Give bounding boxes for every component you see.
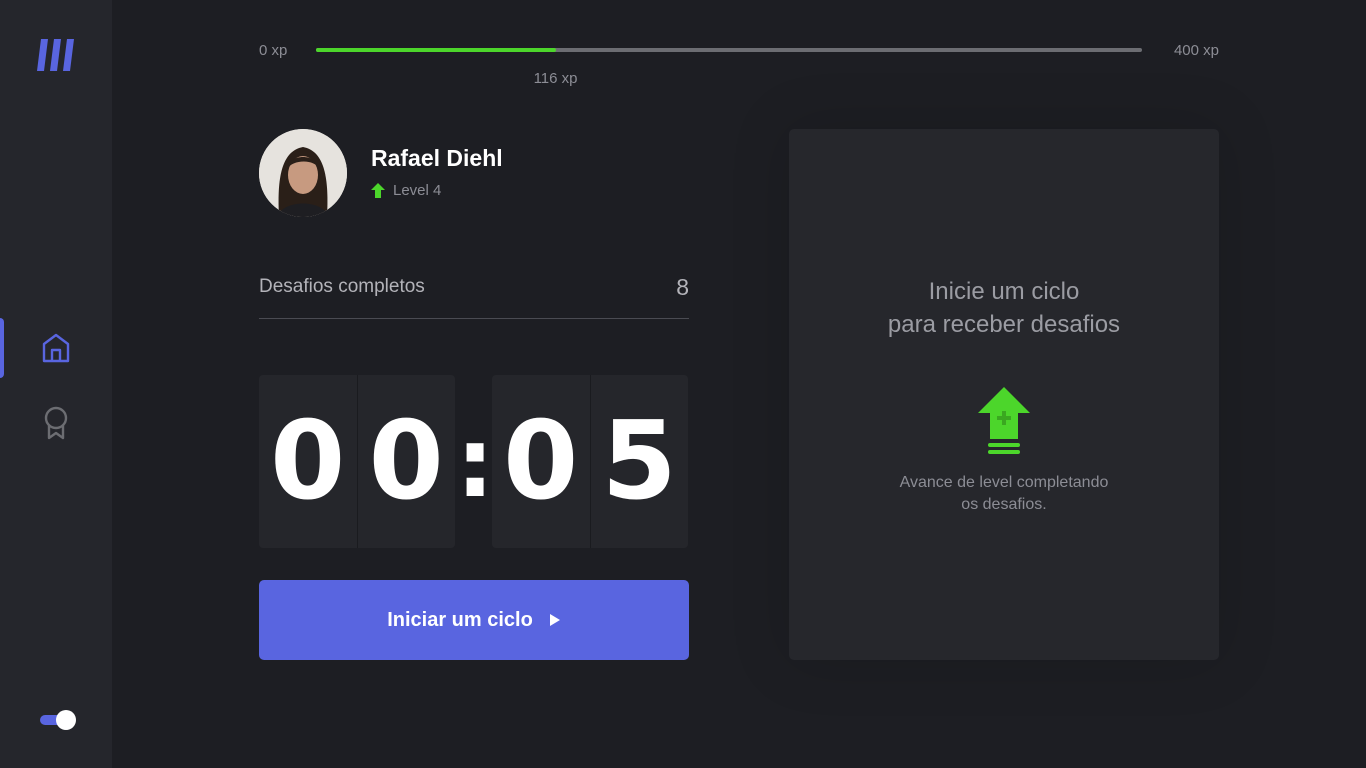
- second-digit-right: 5: [589, 375, 689, 548]
- profile: Rafael Diehl Level 4: [259, 129, 689, 217]
- challenge-title-line1: Inicie um ciclo: [928, 278, 1080, 305]
- award-icon: [44, 406, 68, 440]
- second-digit-left: 0: [503, 399, 579, 524]
- minute-digit-right: 0: [356, 375, 456, 548]
- theme-toggle[interactable]: [40, 709, 76, 731]
- challenge-box: Inicie um ciclo para receber desafios Av…: [789, 129, 1219, 660]
- challenge-desc-line2: os desafios.: [961, 496, 1047, 513]
- sidebar: [0, 0, 112, 768]
- minute-digit-left: 0: [270, 399, 346, 524]
- toggle-knob: [56, 710, 76, 730]
- level-label: Level 4: [393, 182, 442, 199]
- home-icon: [42, 333, 70, 363]
- countdown-minutes: 0 0: [259, 375, 455, 548]
- challenge-box-description: Avance de level completando os desafios.: [789, 472, 1219, 516]
- avatar-image: [259, 129, 347, 217]
- profile-name: Rafael Diehl: [371, 145, 503, 171]
- completed-label: Desafios completos: [259, 276, 425, 297]
- countdown-seconds: 0 5: [492, 375, 688, 548]
- xp-current-label: 116 xp: [533, 70, 578, 87]
- nav-awards[interactable]: [0, 393, 112, 453]
- countdown: 0 0 : 0 5: [259, 375, 689, 548]
- start-cycle-label: Iniciar um ciclo: [387, 608, 533, 631]
- xp-fill: [316, 48, 556, 52]
- xp-track: 116 xp: [316, 48, 1142, 87]
- active-nav-marker: [0, 318, 4, 378]
- logo-icon: [37, 39, 74, 71]
- completed-challenges: Desafios completos 8: [259, 270, 689, 319]
- play-icon: [549, 614, 560, 626]
- nav-home[interactable]: [0, 318, 112, 378]
- experience-bar: 0 xp 116 xp 400 xp: [259, 40, 1219, 87]
- level-up-arrow-icon: [978, 387, 1030, 454]
- level-up-icon: [371, 182, 385, 198]
- challenge-title-line2: para receber desafios: [887, 311, 1121, 338]
- avatar: [259, 129, 347, 217]
- challenge-box-title: Inicie um ciclo para receber desafios: [789, 275, 1219, 341]
- xp-max-label: 400 xp: [1173, 42, 1219, 59]
- challenge-desc-line1: Avance de level completando: [899, 474, 1109, 491]
- profile-level: Level 4: [371, 182, 441, 199]
- xp-min-label: 0 xp: [259, 42, 288, 59]
- completed-count: 8: [676, 274, 689, 300]
- countdown-separator: :: [455, 407, 495, 519]
- start-cycle-button[interactable]: Iniciar um ciclo: [259, 580, 689, 660]
